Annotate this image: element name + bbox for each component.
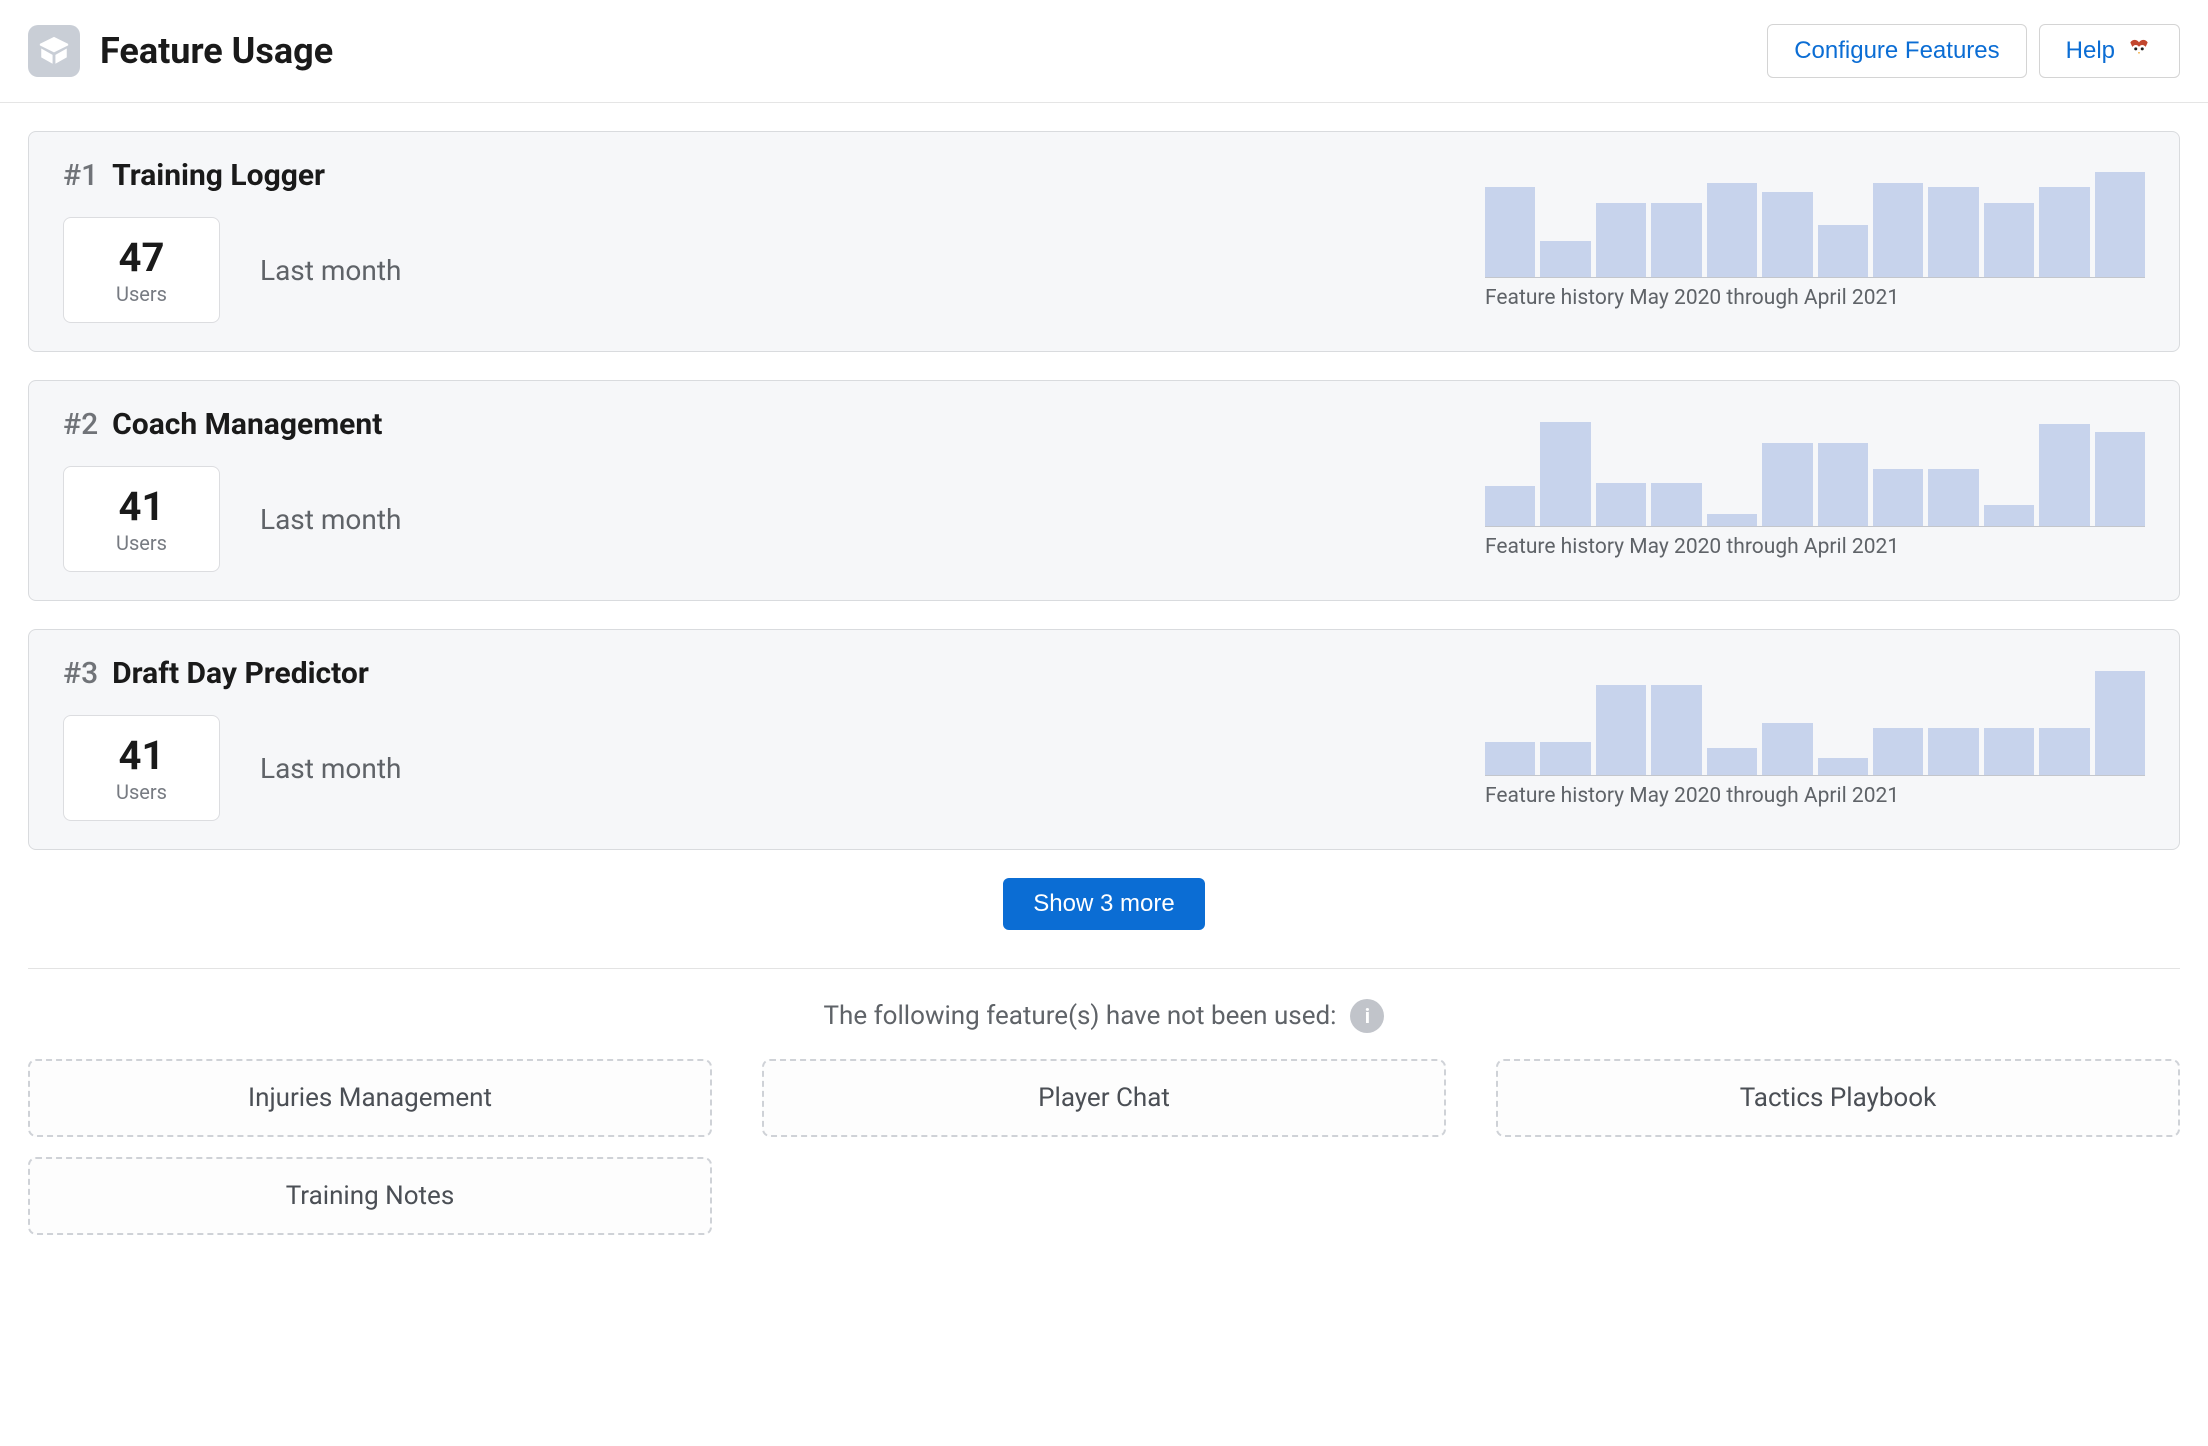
content: #1Training Logger47UsersLast monthFeatur…: [0, 103, 2208, 1263]
chart-bar: [1928, 728, 1978, 775]
chart-bar: [1485, 486, 1535, 525]
chart-bar: [1984, 203, 2034, 276]
feature-history-label: Feature history May 2020 through April 2…: [1485, 784, 1899, 808]
chart-bar: [1707, 748, 1757, 774]
chart-bar: [1651, 483, 1701, 525]
feature-name: Coach Management: [112, 407, 382, 442]
feature-card[interactable]: #1 Training Logger 47Users Last month Featur…: [28, 131, 2180, 352]
chart-bar: [1540, 241, 1590, 277]
user-count-box: 41Users: [63, 715, 220, 821]
feature-card[interactable]: #2 Coach Management 41Users Last month Featu…: [28, 380, 2180, 601]
configure-features-button[interactable]: Configure Features: [1767, 24, 2026, 78]
chart-bar: [1540, 422, 1590, 525]
period-label: Last month: [260, 752, 401, 785]
chart-bar: [2095, 172, 2145, 277]
unused-feature-item[interactable]: Tactics Playbook: [1496, 1059, 2180, 1137]
chart-bar: [1707, 514, 1757, 525]
unused-header: The following feature(s) have not been u…: [28, 999, 2180, 1033]
feature-rank: #1: [63, 158, 98, 193]
unused-heading-text: The following feature(s) have not been u…: [824, 1001, 1337, 1031]
user-count-label: Users: [116, 780, 167, 804]
feature-history-label: Feature history May 2020 through April 2…: [1485, 286, 1899, 310]
chart-bar: [1818, 443, 1868, 526]
chart-bar: [2095, 671, 2145, 774]
chart-bar: [1762, 443, 1812, 526]
chart-bar: [1485, 187, 1535, 276]
feature-name: Draft Day Predictor: [112, 656, 369, 691]
chart-bar: [1873, 183, 1923, 277]
user-count-label: Users: [116, 531, 167, 555]
chart-bar: [2039, 728, 2089, 775]
chart-bar: [1762, 723, 1812, 775]
feature-rank: #3: [63, 656, 98, 691]
feature-list: #1Training Logger47UsersLast monthFeatur…: [28, 131, 2180, 850]
chart-bar: [1984, 728, 2034, 775]
owl-icon: [2125, 37, 2153, 65]
chart-bar: [1928, 187, 1978, 276]
feature-history-label: Feature history May 2020 through April 2…: [1485, 535, 1899, 559]
feature-history-chart: [1485, 421, 2145, 527]
user-count-label: Users: [116, 282, 167, 306]
chart-bar: [1596, 203, 1646, 276]
chart-bar: [1873, 728, 1923, 775]
unused-feature-item[interactable]: Player Chat: [762, 1059, 1446, 1137]
show-more-button[interactable]: Show 3 more: [1003, 878, 1204, 930]
chart-bar: [1651, 685, 1701, 774]
info-icon[interactable]: i: [1350, 999, 1384, 1033]
chart-bar: [2039, 424, 2089, 525]
chart-bar: [1818, 225, 1868, 277]
chart-bar: [1485, 742, 1535, 775]
chart-bar: [1596, 483, 1646, 525]
chart-bar: [1651, 203, 1701, 276]
user-count-box: 41Users: [63, 466, 220, 572]
chart-bar: [1762, 192, 1812, 276]
user-count: 47: [116, 236, 167, 280]
chart-bar: [1818, 758, 1868, 775]
user-count: 41: [116, 734, 167, 778]
chart-bar: [1928, 469, 1978, 525]
help-label: Help: [2066, 37, 2115, 65]
configure-features-label: Configure Features: [1794, 37, 1999, 65]
page-title: Feature Usage: [100, 30, 333, 72]
chart-bar: [2039, 187, 2089, 276]
feature-name: Training Logger: [112, 158, 325, 193]
help-button[interactable]: Help: [2039, 24, 2180, 78]
chart-bar: [1540, 742, 1590, 775]
section-divider: [28, 968, 2180, 969]
chart-bar: [1596, 685, 1646, 774]
feature-history-chart: [1485, 172, 2145, 278]
user-count: 41: [116, 485, 167, 529]
chart-bar: [1984, 505, 2034, 526]
unused-feature-item[interactable]: Training Notes: [28, 1157, 712, 1235]
user-count-box: 47Users: [63, 217, 220, 323]
app-icon: [28, 25, 80, 77]
unused-feature-item[interactable]: Injuries Management: [28, 1059, 712, 1137]
feature-history-chart: [1485, 670, 2145, 776]
period-label: Last month: [260, 503, 401, 536]
feature-rank: #2: [63, 407, 98, 442]
unused-grid: Injuries Management Player Chat Tactics Pl…: [28, 1059, 2180, 1235]
page-header: Feature Usage Configure Features Help: [0, 0, 2208, 103]
period-label: Last month: [260, 254, 401, 287]
chart-bar: [1707, 183, 1757, 277]
chart-bar: [1873, 469, 1923, 525]
feature-card[interactable]: #3 Draft Day Predictor 41Users Last month Fe…: [28, 629, 2180, 850]
chart-bar: [2095, 432, 2145, 526]
